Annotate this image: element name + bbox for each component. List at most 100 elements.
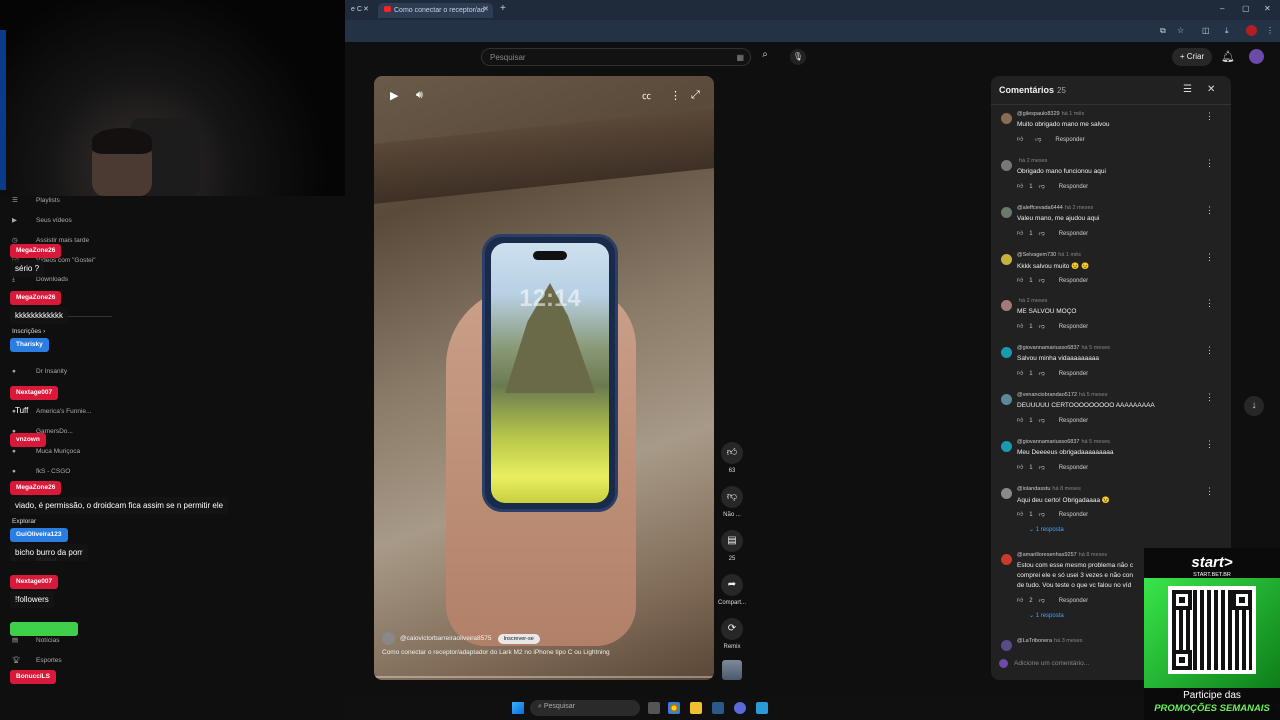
dislike-button[interactable]: 👎︎ Não ... bbox=[718, 486, 746, 518]
create-button[interactable]: + Criar bbox=[1172, 48, 1212, 66]
sidebar-item-downloads[interactable]: ⤓ Downloads bbox=[12, 276, 68, 284]
thumbs-down-icon[interactable]: 👎︎ bbox=[1039, 371, 1045, 377]
download-icon[interactable]: ⤓ bbox=[1225, 26, 1229, 36]
commenter-avatar[interactable] bbox=[1001, 160, 1012, 171]
reply-button[interactable]: Responder bbox=[1059, 231, 1088, 237]
app-icon[interactable] bbox=[756, 702, 768, 714]
close-window-button[interactable]: ✕ bbox=[1264, 4, 1271, 13]
voice-search-button[interactable]: 🎙 bbox=[790, 49, 806, 65]
comment-more-icon[interactable]: ⋮ bbox=[1205, 392, 1214, 403]
thumbs-up-icon[interactable]: 👍︎ bbox=[1017, 418, 1023, 424]
comment-more-icon[interactable]: ⋮ bbox=[1205, 486, 1214, 497]
video-player[interactable]: 12:14 ▶ 🔊︎ ㏄ ⋮ ⤢ @caiovictorbarreiraoliv… bbox=[374, 76, 714, 680]
comment-author[interactable]: @amarilloresenhas9257 bbox=[1017, 552, 1077, 558]
remix-button[interactable]: ⟳ Remix bbox=[718, 618, 746, 650]
comment-author[interactable]: @giovannamariusso6837 bbox=[1017, 345, 1079, 351]
volume-icon[interactable]: 🔊︎ bbox=[416, 89, 423, 102]
extensions-icon[interactable]: ◫ bbox=[1202, 26, 1210, 35]
install-icon[interactable]: ⧉ bbox=[1160, 26, 1166, 36]
search-input[interactable]: Pesquisar ▦ bbox=[481, 48, 751, 66]
sidebar-item-watch-later[interactable]: ◷ Assistir mais tarde bbox=[12, 236, 89, 244]
task-view-icon[interactable] bbox=[648, 702, 660, 714]
thumbs-down-icon[interactable]: 👎︎ bbox=[1039, 418, 1045, 424]
comment-author[interactable]: @iolandasstu bbox=[1017, 486, 1050, 492]
reply-button[interactable]: Responder bbox=[1059, 512, 1088, 518]
thumbs-down-icon[interactable]: 👎︎ bbox=[1039, 512, 1045, 518]
comment-author[interactable]: @aleffcevada6444 bbox=[1017, 205, 1063, 211]
thumbs-up-icon[interactable]: 👍︎ bbox=[1017, 465, 1023, 471]
taskbar-search[interactable]: ⌕ Pesquisar bbox=[530, 700, 640, 716]
sidebar-item-your-videos[interactable]: ▶ Seus vídeos bbox=[12, 216, 72, 224]
reply-button[interactable]: Responder bbox=[1059, 324, 1088, 330]
commenter-avatar[interactable] bbox=[1001, 554, 1012, 565]
commenter-avatar[interactable] bbox=[1001, 394, 1012, 405]
next-video-button[interactable]: ↓ bbox=[1244, 396, 1264, 416]
commenter-avatar[interactable] bbox=[1001, 113, 1012, 124]
comment-more-icon[interactable]: ⋮ bbox=[1205, 111, 1214, 122]
comment-author[interactable]: @Selvagem730 bbox=[1017, 252, 1056, 258]
like-button[interactable]: 👍︎ 63 bbox=[718, 442, 746, 474]
thumbs-up-icon[interactable]: 👍︎ bbox=[1017, 512, 1023, 518]
comment-more-icon[interactable]: ⋮ bbox=[1205, 345, 1214, 356]
comment-more-icon[interactable]: ⋮ bbox=[1205, 158, 1214, 169]
reply-button[interactable]: Responder bbox=[1059, 184, 1088, 190]
thumbs-down-icon[interactable]: 👎︎ bbox=[1039, 324, 1045, 330]
subscribe-button[interactable]: Inscrever-se bbox=[497, 633, 540, 644]
new-tab-button[interactable]: + bbox=[500, 3, 506, 14]
commenter-avatar[interactable] bbox=[1001, 207, 1012, 218]
thumbs-down-icon[interactable]: 👎︎ bbox=[1039, 184, 1045, 190]
thumbs-up-icon[interactable]: 👍︎ bbox=[1017, 598, 1023, 604]
commenter-avatar[interactable] bbox=[1001, 640, 1012, 651]
close-icon[interactable]: ✕ bbox=[363, 5, 369, 13]
close-icon[interactable]: ✕ bbox=[483, 5, 489, 13]
sidebar-item-news[interactable]: ▤ Notícias bbox=[12, 636, 59, 644]
minimize-button[interactable]: – bbox=[1220, 4, 1224, 13]
thumbs-down-icon[interactable]: 👎︎ bbox=[1039, 231, 1045, 237]
maximize-button[interactable]: ▢ bbox=[1242, 4, 1250, 13]
account-avatar[interactable] bbox=[1249, 49, 1264, 64]
thumbs-down-icon[interactable]: 👎︎ bbox=[1039, 598, 1045, 604]
comment-author[interactable]: @venanciobrandao5172 bbox=[1017, 392, 1077, 398]
commenter-avatar[interactable] bbox=[1001, 254, 1012, 265]
steam-icon[interactable] bbox=[712, 702, 724, 714]
comment-author[interactable]: @giovannamariusso6837 bbox=[1017, 439, 1079, 445]
reply-button[interactable]: Responder bbox=[1059, 278, 1088, 284]
audio-thumbnail[interactable] bbox=[722, 660, 742, 680]
profile-avatar[interactable] bbox=[1246, 25, 1257, 36]
reply-button[interactable]: Responder bbox=[1059, 418, 1088, 424]
search-button[interactable]: ⌕ bbox=[755, 49, 775, 65]
thumbs-up-icon[interactable]: 👍︎ bbox=[1017, 278, 1023, 284]
sidebar-item-channel[interactable]: ● Muca Muriçoca bbox=[12, 448, 80, 455]
tab-active[interactable]: Como conectar o receptor/ad bbox=[378, 3, 493, 18]
subscriptions-heading[interactable]: Inscrições › bbox=[12, 328, 45, 335]
comment-more-icon[interactable]: ⋮ bbox=[1205, 439, 1214, 450]
sidebar-item-sports[interactable]: 🏆︎ Esportes bbox=[12, 656, 62, 664]
fullscreen-icon[interactable]: ⤢ bbox=[691, 89, 700, 102]
sidebar-item-playlists[interactable]: ☰ Playlists bbox=[12, 196, 60, 204]
reply-button[interactable]: Responder bbox=[1059, 465, 1088, 471]
close-icon[interactable]: ✕ bbox=[1207, 84, 1215, 95]
channel-name[interactable]: @caiovictorbarreiraoliveira8575 bbox=[400, 635, 492, 642]
comment-more-icon[interactable]: ⋮ bbox=[1205, 252, 1214, 263]
thumbs-up-icon[interactable]: 👍︎ bbox=[1017, 137, 1023, 143]
thumbs-down-icon[interactable]: 👎︎ bbox=[1035, 137, 1041, 143]
chrome-icon[interactable] bbox=[668, 702, 680, 714]
comment-more-icon[interactable]: ⋮ bbox=[1205, 205, 1214, 216]
commenter-avatar[interactable] bbox=[1001, 300, 1012, 311]
notifications-bell-icon[interactable]: 🔔︎ bbox=[1221, 50, 1235, 63]
reply-button[interactable]: Responder bbox=[1059, 371, 1088, 377]
tab-previous[interactable]: e C bbox=[345, 3, 365, 18]
commenter-avatar[interactable] bbox=[1001, 441, 1012, 452]
thumbs-up-icon[interactable]: 👍︎ bbox=[1017, 324, 1023, 330]
reply-button[interactable]: Responder bbox=[1059, 598, 1088, 604]
comments-button[interactable]: ▤ 25 bbox=[718, 530, 746, 562]
view-replies-button[interactable]: ⌄ 1 resposta bbox=[1029, 526, 1064, 533]
sort-icon[interactable]: ☰ bbox=[1183, 84, 1192, 95]
thumbs-up-icon[interactable]: 👍︎ bbox=[1017, 231, 1023, 237]
star-icon[interactable]: ☆ bbox=[1177, 26, 1184, 35]
progress-bar[interactable] bbox=[374, 676, 714, 678]
windows-start-icon[interactable] bbox=[512, 702, 524, 714]
play-icon[interactable]: ▶ bbox=[390, 89, 398, 102]
comment-more-icon[interactable]: ⋮ bbox=[1205, 298, 1214, 309]
share-button[interactable]: ➦ Compart... bbox=[718, 574, 746, 606]
